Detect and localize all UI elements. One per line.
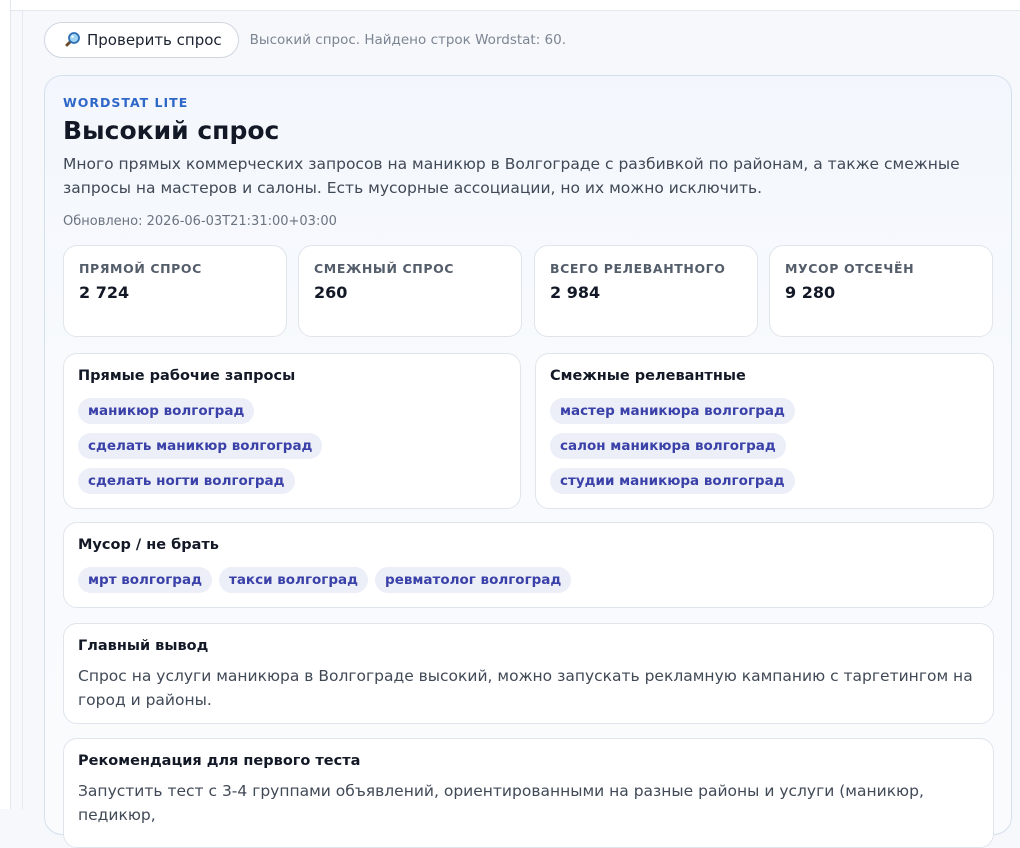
panel-title: Рекомендация для первого теста [78, 753, 361, 769]
metric-value: 9 280 [785, 283, 836, 302]
metric-card-total: ВСЕГО РЕЛЕВАНТНОГО 2 984 [534, 245, 758, 337]
check-demand-button-label: Проверить спрос [87, 31, 222, 49]
metric-label: ПРЯМОЙ СПРОС [79, 261, 202, 276]
metric-card-junk: МУСОР ОТСЕЧЁН 9 280 [769, 245, 993, 337]
metric-label: СМЕЖНЫЙ СПРОС [314, 261, 455, 276]
first-test-panel: Рекомендация для первого теста Запустить… [63, 738, 994, 848]
check-demand-button[interactable]: Проверить спрос [44, 22, 239, 58]
report-title: Высокий спрос [63, 116, 280, 145]
metric-value: 260 [314, 283, 348, 302]
window-top-edge [0, 0, 1020, 11]
query-chip[interactable]: маникюр волгоград [78, 398, 255, 424]
metric-label: МУСОР ОТСЕЧЁН [785, 261, 915, 276]
related-chip-list: мастер маникюра волгоград салон маникюра… [550, 398, 795, 494]
check-demand-bar: Проверить спрос Высокий спрос. Найдено с… [44, 22, 566, 58]
panel-title: Смежные релевантные [550, 368, 746, 384]
panel-title: Главный вывод [78, 638, 209, 654]
updated-timestamp: Обновлено: 2026-06-03T21:31:00+03:00 [63, 214, 337, 229]
wordstat-report-card: WORDSTAT LITE Высокий спрос Много прямых… [44, 75, 1012, 848]
metric-label: ВСЕГО РЕЛЕВАНТНОГО [550, 261, 726, 276]
conclusion-text: Спрос на услуги маникюра в Волгограде вы… [78, 667, 973, 709]
metric-value: 2 984 [550, 283, 601, 302]
metric-card-direct: ПРЯМОЙ СПРОС 2 724 [63, 245, 287, 337]
status-text: Высокий спрос. Найдено строк Wordstat: 6… [249, 32, 567, 48]
panel-title: Мусор / не брать [78, 537, 219, 553]
related-queries-panel: Смежные релевантные мастер маникюра волг… [535, 353, 994, 509]
junk-chip[interactable]: ревматолог волгоград [375, 567, 572, 593]
panel-title: Прямые рабочие запросы [78, 368, 296, 384]
magnifier-icon [63, 31, 81, 49]
metric-card-related: СМЕЖНЫЙ СПРОС 260 [298, 245, 522, 337]
junk-queries-panel: Мусор / не брать мрт волгоград такси вол… [63, 522, 994, 608]
report-eyebrow: WORDSTAT LITE [63, 95, 189, 110]
main-conclusion-panel: Главный вывод Спрос на услуги маникюра в… [63, 623, 994, 724]
junk-chip[interactable]: мрт волгоград [78, 567, 212, 593]
query-chip[interactable]: салон маникюра волгоград [550, 433, 786, 459]
direct-queries-panel: Прямые рабочие запросы маникюр волгоград… [63, 353, 521, 509]
first-test-text: Запустить тест с 3-4 группами объявлений… [78, 782, 924, 824]
direct-chip-list: маникюр волгоград сделать маникюр волгог… [78, 398, 498, 494]
left-divider [22, 10, 23, 809]
junk-chip-list: мрт волгоград такси волгоград ревматолог… [78, 567, 978, 593]
junk-chip[interactable]: такси волгоград [219, 567, 369, 593]
report-description: Много прямых коммерческих запросов на ма… [63, 155, 960, 197]
left-rail [0, 0, 11, 809]
metric-value: 2 724 [79, 283, 130, 302]
query-chip[interactable]: студии маникюра волгоград [550, 468, 795, 494]
query-chip[interactable]: мастер маникюра волгоград [550, 398, 795, 424]
query-chip[interactable]: сделать ногти волгоград [78, 468, 295, 494]
query-chip[interactable]: сделать маникюр волгоград [78, 433, 323, 459]
